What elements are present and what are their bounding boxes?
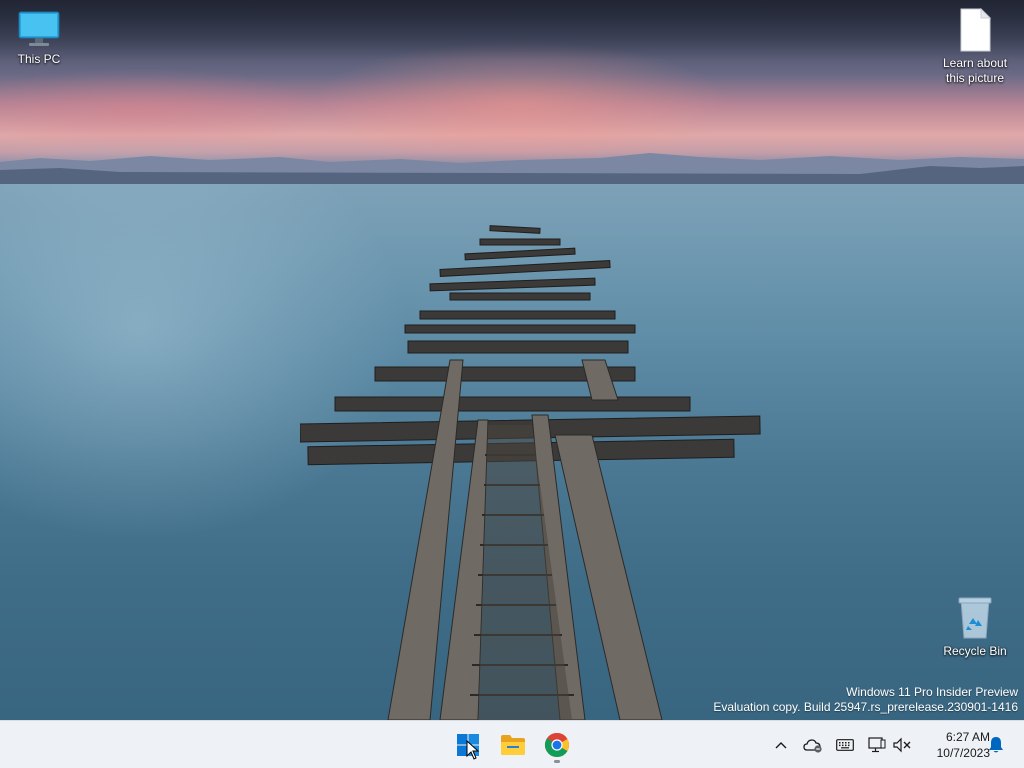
desktop-wallpaper[interactable]: This PC Learn about this picture Recycle… [0, 0, 1024, 720]
keyboard-icon [836, 739, 854, 751]
notification-center-button[interactable] [985, 734, 1007, 756]
taskbar: 6:27 AM 10/7/2023 [0, 720, 1024, 768]
chrome-icon [544, 733, 569, 758]
desktop-icon-learn-about-picture[interactable]: Learn about this picture [936, 8, 1014, 86]
onedrive-icon [803, 739, 822, 753]
clock-time: 6:27 AM [945, 730, 990, 744]
monitor-icon [18, 11, 60, 46]
windows-evaluation-watermark: Windows 11 Pro Insider Preview Evaluatio… [713, 685, 1018, 715]
document-icon [960, 8, 992, 52]
watermark-line-1: Windows 11 Pro Insider Preview [846, 685, 1018, 699]
touch-keyboard-button[interactable] [834, 734, 856, 756]
mouse-cursor-icon [466, 740, 480, 760]
desktop-icon-recycle-bin[interactable]: Recycle Bin [936, 596, 1014, 659]
folder-icon [501, 735, 525, 755]
watermark-line-2: Evaluation copy. Build 25947.rs_prerelea… [713, 700, 1018, 714]
volume-muted-icon [893, 737, 911, 753]
volume-tray-button[interactable] [891, 734, 913, 756]
desktop-icon-label: Learn about this picture [942, 56, 1008, 85]
onedrive-tray-button[interactable] [802, 734, 824, 756]
show-hidden-icons-button[interactable] [770, 734, 792, 756]
notification-bell-icon [989, 737, 1003, 753]
network-tray-button[interactable] [866, 734, 888, 756]
desktop-icon-this-pc[interactable]: This PC [0, 10, 78, 67]
wallpaper-mountains [0, 153, 1024, 184]
desktop-icon-label: This PC [17, 52, 61, 66]
recycle-bin-icon [958, 597, 992, 639]
chrome-button[interactable] [538, 726, 576, 764]
wallpaper-pier [300, 225, 761, 720]
running-indicator [554, 760, 560, 763]
file-explorer-button[interactable] [494, 726, 532, 764]
chevron-up-icon [775, 742, 787, 749]
network-icon [868, 737, 886, 753]
desktop-icon-label: Recycle Bin [943, 644, 1007, 658]
clock-date: 10/7/2023 [936, 746, 990, 760]
taskbar-clock[interactable]: 6:27 AM 10/7/2023 [920, 729, 990, 761]
wallpaper-clouds [0, 0, 1024, 60]
